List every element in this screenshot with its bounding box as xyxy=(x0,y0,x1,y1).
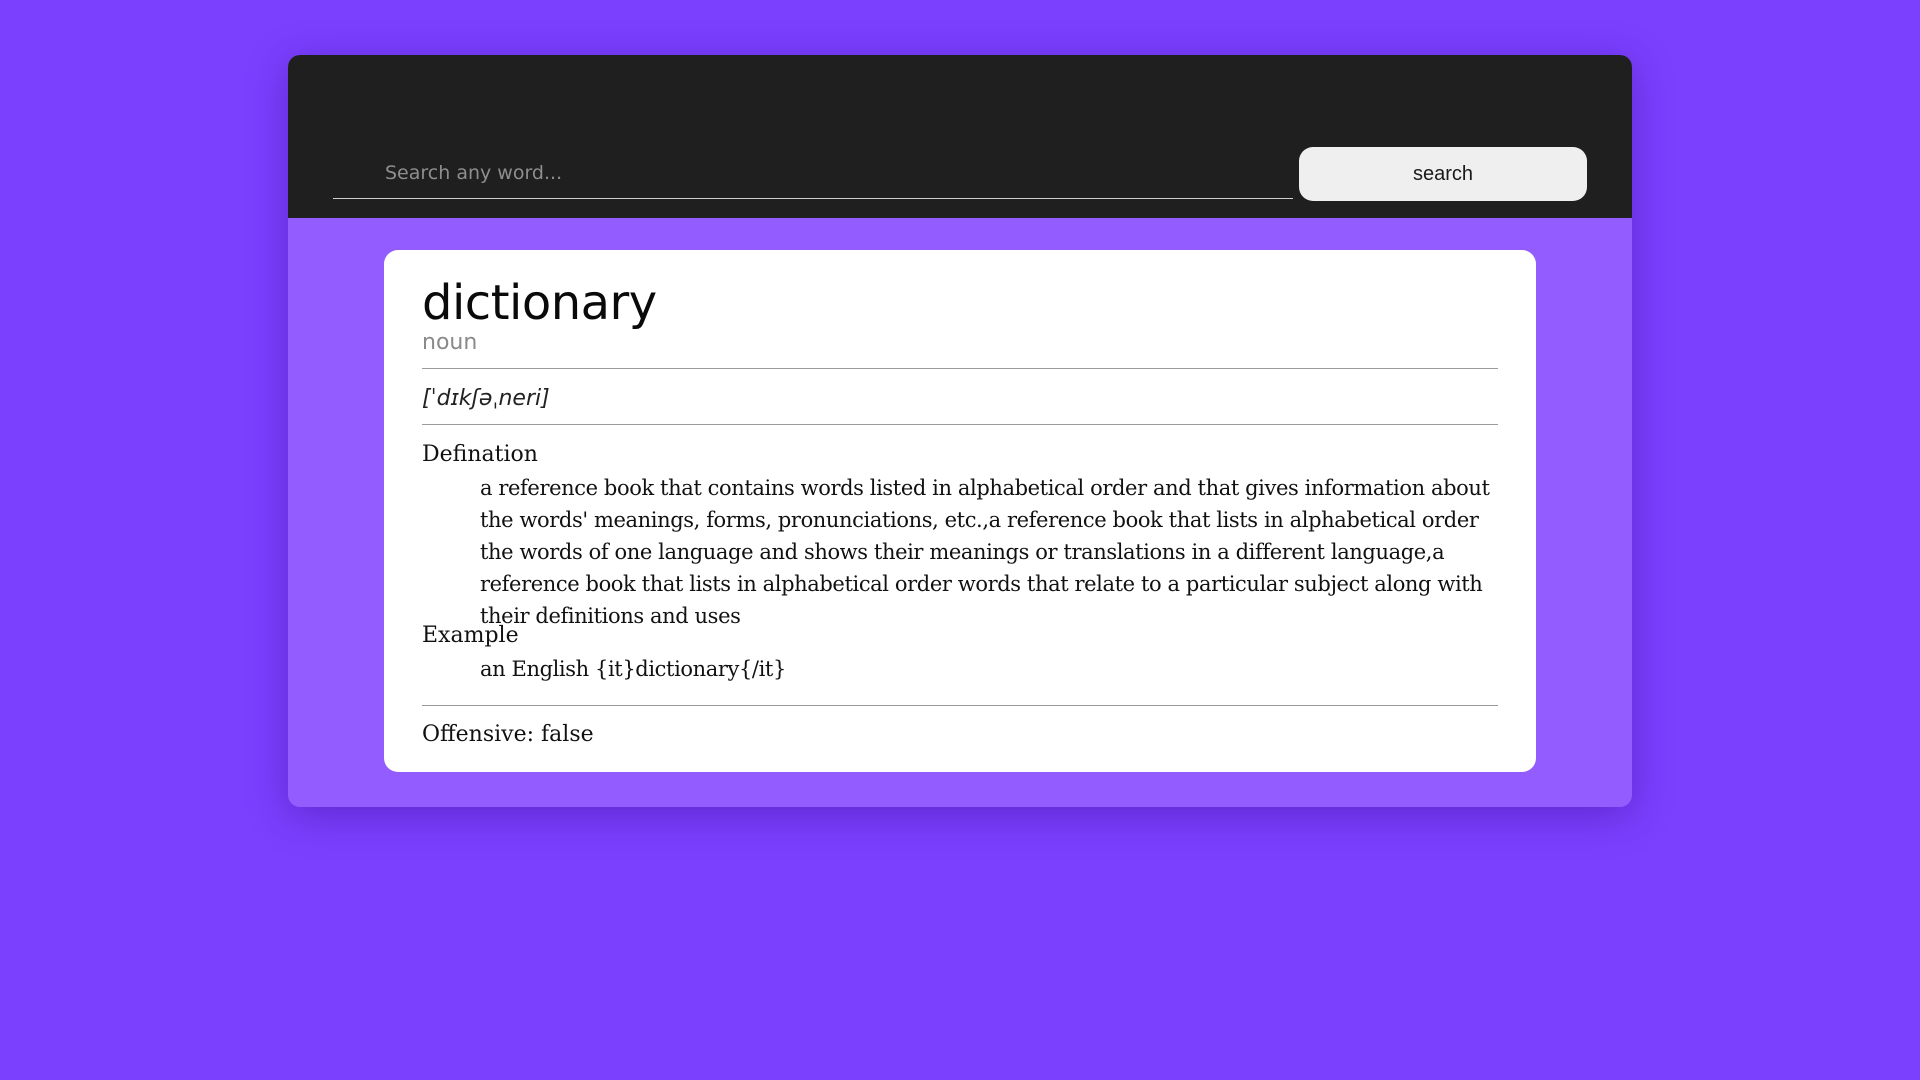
divider xyxy=(422,705,1498,706)
word-title: dictionary xyxy=(422,275,657,331)
example-label: Example xyxy=(422,623,519,648)
search-input[interactable] xyxy=(333,147,1293,199)
search-button[interactable]: search xyxy=(1299,147,1587,201)
definition-text: a reference book that contains words lis… xyxy=(480,476,1490,628)
word-card: dictionary noun [ˈdɪkʃəˌneri] Defination… xyxy=(384,250,1536,772)
search-header: search xyxy=(288,55,1632,218)
part-of-speech: noun xyxy=(422,330,478,355)
divider xyxy=(422,424,1498,425)
definition-label: Defination xyxy=(422,442,538,467)
divider xyxy=(422,368,1498,369)
dictionary-app: search dictionary noun [ˈdɪkʃəˌneri] Def… xyxy=(288,55,1632,807)
example-text: an English {it}dictionary{/it} xyxy=(480,657,786,681)
offensive-status: Offensive: false xyxy=(422,722,594,747)
pronunciation: [ˈdɪkʃəˌneri] xyxy=(422,386,550,411)
